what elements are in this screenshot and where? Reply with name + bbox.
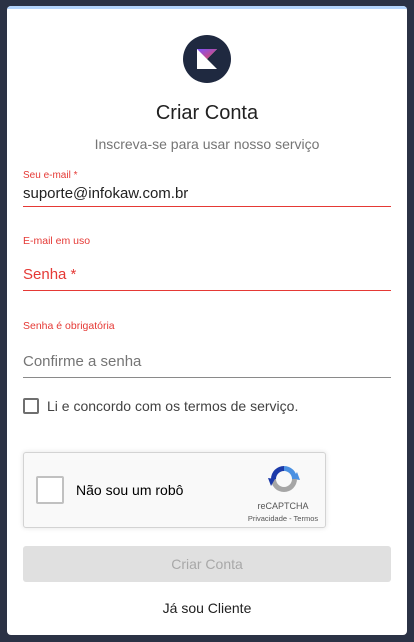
login-link[interactable]: Já sou Cliente [7,600,407,616]
recaptcha-links[interactable]: Privacidade - Termos [227,514,339,523]
page-title: Criar Conta [155,102,259,124]
recaptcha-widget: Não sou um robô reCAPTCHA Privacidade - … [23,452,326,528]
terms-checkbox-row[interactable]: Li e concordo com os termos de serviço. [23,398,298,414]
signup-card: Criar Conta Inscreva-se para usar nosso … [7,6,407,635]
email-label: Seu e-mail * [23,170,78,181]
kotlin-logo-icon [183,35,231,83]
terms-label: Li e concordo com os termos de serviço. [47,398,299,414]
password-underline [23,266,391,291]
email-input[interactable] [23,185,391,202]
email-field: Seu e-mail * [23,170,391,207]
password-error: Senha é obrigatória [23,320,115,332]
email-underline [23,181,391,207]
password-field [23,266,391,291]
recaptcha-checkbox[interactable] [36,476,64,504]
submit-button[interactable]: Criar Conta [23,546,391,582]
card-top-bar [7,6,407,9]
email-error: E-mail em uso [23,235,91,247]
recaptcha-label: Não sou um robô [76,482,184,498]
confirm-password-field [23,353,391,378]
recaptcha-brand: reCAPTCHA [257,501,309,511]
confirm-password-underline [23,353,391,378]
recaptcha-icon [268,466,300,492]
page-subtitle: Inscreva-se para usar nosso serviço [94,136,320,152]
password-input[interactable] [23,266,391,283]
terms-checkbox[interactable] [23,398,39,414]
confirm-password-input[interactable] [23,353,391,370]
